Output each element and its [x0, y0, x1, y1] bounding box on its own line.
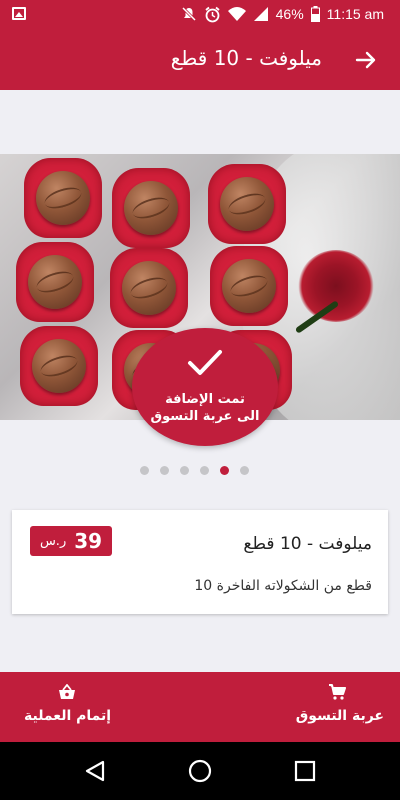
price-value: 39	[74, 529, 103, 553]
image-icon	[12, 7, 26, 20]
checkout-button-label: إتمام العملية	[24, 708, 112, 724]
page-title: ميلوفت - 10 قطع	[170, 46, 322, 70]
product-name: ميلوفت - 10 قطع	[243, 534, 372, 554]
toast-line-2: الى عربة التسوق	[150, 409, 260, 424]
carousel-dot[interactable]	[180, 466, 189, 475]
basket-icon	[59, 684, 75, 699]
home-circle-icon[interactable]	[188, 759, 212, 783]
carousel-dot[interactable]	[160, 466, 169, 475]
price-badge: 39 ر.س	[30, 526, 112, 556]
product-gallery[interactable]: تمت الإضافة الى عربة التسوق	[0, 154, 400, 446]
battery-icon	[310, 6, 320, 22]
product-description: 10 قطع من الشكولاته الفاخرة	[194, 578, 372, 594]
added-to-cart-toast: تمت الإضافة الى عربة التسوق	[132, 328, 278, 446]
product-card: ميلوفت - 10 قطع 39 ر.س 10 قطع من الشكولا…	[12, 510, 388, 614]
check-icon	[188, 350, 222, 375]
cart-button[interactable]: عربة التسوق	[234, 672, 384, 742]
alarm-icon	[205, 6, 220, 22]
carousel-dot-active[interactable]	[220, 466, 229, 475]
bottom-action-bar: عربة التسوق إتمام العملية	[0, 672, 400, 742]
price-currency: ر.س	[39, 533, 67, 549]
recents-square-icon[interactable]	[294, 759, 316, 783]
cart-icon	[329, 684, 346, 700]
status-bar: 46% 11:15 am	[0, 0, 400, 28]
system-nav-bar	[0, 742, 400, 800]
carousel-indicator	[140, 466, 249, 476]
clock: 11:15 am	[326, 6, 384, 22]
app-bar: ميلوفت - 10 قطع	[0, 28, 400, 90]
wifi-icon	[227, 7, 246, 21]
arrow-right-icon[interactable]	[354, 48, 378, 72]
carousel-dot[interactable]	[240, 466, 249, 475]
cart-button-label: عربة التسوق	[295, 708, 384, 724]
carousel-dot[interactable]	[200, 466, 209, 475]
mute-icon	[181, 6, 196, 22]
signal-icon	[253, 7, 268, 21]
checkout-button[interactable]: إتمام العملية	[24, 672, 174, 742]
toast-line-1: تمت الإضافة	[165, 392, 245, 407]
battery-level: 46%	[275, 6, 304, 22]
carousel-dot[interactable]	[140, 466, 149, 475]
back-triangle-icon[interactable]	[84, 759, 106, 783]
